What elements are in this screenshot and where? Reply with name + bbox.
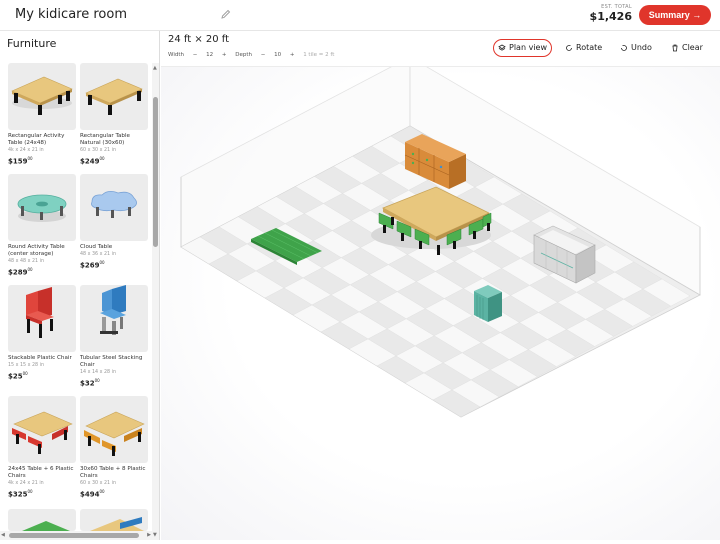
width-label: Width [168, 52, 184, 58]
depth-label: Depth [235, 52, 252, 58]
furniture-card[interactable]: Stackable Plastic Chair 15 x 15 x 28 in … [8, 285, 76, 381]
item-dims: 14 x 14 x 28 in [80, 370, 116, 375]
table-set-red-icon [8, 396, 76, 463]
isometric-room [180, 56, 701, 418]
rotate-label: Rotate [576, 43, 603, 52]
item-price: $49400 [80, 489, 105, 499]
tile-scale-note: 1 tile = 2 ft [303, 52, 335, 58]
furniture-card[interactable]: 30x60 Table + 8 Plastic Chairs 60 x 30 x… [80, 396, 148, 499]
table-set-blue-icon [80, 509, 148, 531]
scroll-left-icon[interactable]: ◀ [1, 532, 5, 538]
item-name: Tubular Steel Stacking Chair [80, 355, 143, 368]
item-price: $2500 [8, 371, 28, 381]
plan-view-button[interactable]: Plan view [493, 39, 552, 57]
room-toolbar: 24 ft × 20 ft Width − 12 + Depth − 10 + … [161, 31, 720, 67]
cloud-table-icon [80, 174, 148, 241]
item-dims: 48 x 36 x 21 in [80, 252, 116, 257]
est-total-value: $1,426 [589, 10, 632, 23]
furniture-card[interactable]: 24x45 Table + 6 Plastic Chairs 4k x 24 x… [8, 396, 76, 499]
layers-icon [498, 44, 506, 51]
item-price: $26900 [80, 260, 105, 270]
depth-increase-button[interactable]: + [290, 52, 295, 58]
dimension-controls: Width − 12 + Depth − 10 + 1 tile = 2 ft [168, 52, 341, 58]
item-name: Stackable Plastic Chair [8, 355, 72, 361]
furniture-card[interactable]: Cloud Table 48 x 36 x 21 in $26900 [80, 174, 148, 270]
clear-button[interactable]: Clear [671, 39, 703, 57]
horizontal-scrollbar[interactable]: ◀ ▶ [0, 531, 152, 540]
scroll-right-icon[interactable]: ▶ [147, 532, 151, 538]
furniture-card[interactable]: Rectangular Table Natural (30x60) 60 x 3… [80, 63, 148, 166]
undo-button[interactable]: Undo [620, 39, 652, 57]
rotate-button[interactable]: Rotate [565, 39, 602, 57]
item-dims: 60 x 30 x 21 in [80, 481, 116, 486]
plan-view-label: Plan view [509, 43, 547, 52]
depth-value: 10 [274, 52, 282, 58]
item-price: $15900 [8, 156, 33, 166]
scroll-up-icon[interactable]: ▲ [153, 65, 157, 71]
sidebar-scrollbar[interactable]: ▲ ▼ [152, 63, 159, 540]
item-price: $3200 [80, 378, 100, 388]
item-dims: 60 x 30 x 21 in [80, 148, 116, 153]
item-dims: 15 x 15 x 28 in [8, 363, 44, 368]
round-table-icon [8, 174, 76, 241]
item-dims: 4k x 24 x 21 in [8, 481, 44, 486]
item-name: Cloud Table [80, 244, 113, 250]
width-increase-button[interactable]: + [222, 52, 227, 58]
red-chair-icon [8, 285, 76, 352]
scrollbar-thumb[interactable] [153, 97, 158, 247]
item-name: 24x45 Table + 6 Plastic Chairs [8, 466, 74, 479]
item-name: Rectangular Activity Table (24x48) [8, 133, 65, 146]
rotate-icon [566, 45, 572, 51]
room-dimensions: 24 ft × 20 ft [168, 34, 230, 45]
depth-decrease-button[interactable]: − [261, 52, 266, 58]
room-title[interactable]: My kidicare room [15, 7, 127, 22]
furniture-card[interactable]: Rectangular Activity Table (24x48) 4k x … [8, 63, 76, 166]
furniture-card[interactable] [8, 509, 76, 531]
item-price: $24900 [80, 156, 105, 166]
summary-button[interactable]: Summary → [639, 5, 711, 25]
scroll-down-icon[interactable]: ▼ [153, 532, 157, 538]
width-value: 12 [206, 52, 214, 58]
trash-icon [672, 44, 678, 52]
placed-cabinet[interactable] [474, 285, 502, 322]
item-dims: 4k x 24 x 21 in [8, 148, 44, 153]
room-canvas[interactable] [161, 56, 720, 540]
scrollbar-thumb[interactable] [9, 533, 139, 538]
app-header: My kidicare room EST. TOTAL $1,426 Summa… [0, 0, 720, 31]
item-name: Rectangular Table Natural (30x60) [80, 133, 130, 146]
furniture-card[interactable]: Round Activity Table (center storage) 48… [8, 174, 76, 277]
table-set-orange-icon [80, 396, 148, 463]
furniture-card[interactable] [80, 509, 148, 531]
item-price: $32500 [8, 489, 33, 499]
pencil-icon[interactable] [220, 8, 232, 20]
item-name: 30x60 Table + 8 Plastic Chairs [80, 466, 146, 479]
item-name: Round Activity Table (center storage) [8, 244, 65, 257]
furniture-sidebar: Furniture Rectangular Activity Table (24… [0, 31, 160, 540]
clear-label: Clear [682, 43, 703, 52]
sidebar-title: Furniture [7, 37, 57, 50]
blue-chair-icon [80, 285, 148, 352]
estimated-total: EST. TOTAL $1,426 [590, 4, 632, 23]
item-dims: 48 x 48 x 21 in [8, 259, 44, 264]
rect-table-icon [80, 63, 148, 130]
undo-label: Undo [631, 43, 652, 52]
undo-icon [621, 45, 627, 51]
table-set-green-icon [8, 509, 76, 531]
rect-table-icon [8, 63, 76, 130]
item-price: $28900 [8, 267, 33, 277]
furniture-card[interactable]: Tubular Steel Stacking Chair 14 x 14 x 2… [80, 285, 148, 388]
width-decrease-button[interactable]: − [193, 52, 198, 58]
